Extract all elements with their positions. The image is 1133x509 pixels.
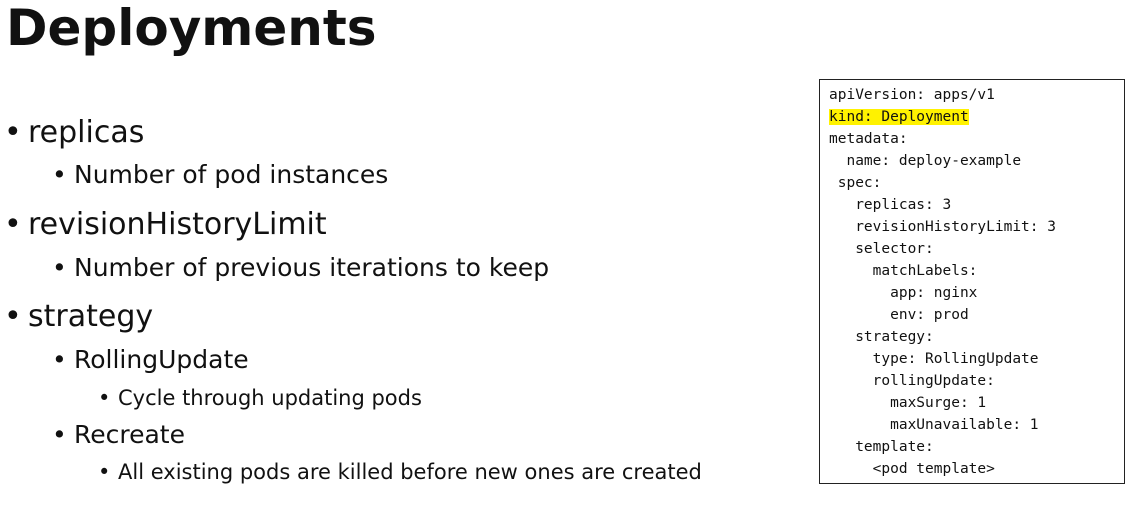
yaml-code-box: apiVersion: apps/v1 kind: Deployment met… xyxy=(819,79,1125,484)
code-line: maxSurge: 1 xyxy=(829,395,987,411)
code-line: apiVersion: apps/v1 xyxy=(829,87,995,103)
code-line: metadata: xyxy=(829,131,908,147)
code-line: type: RollingUpdate xyxy=(829,351,1039,367)
bullet-replicas-desc: • Number of pod instances xyxy=(52,160,388,190)
code-line: env: prod xyxy=(829,307,969,323)
code-line: strategy: xyxy=(829,329,934,345)
bullet-text: revisionHistoryLimit xyxy=(28,207,327,242)
bullet-dot: • xyxy=(52,420,67,449)
bullet-rolling-desc: • Cycle through updating pods xyxy=(98,385,422,411)
bullet-text: Number of previous iterations to keep xyxy=(74,253,550,282)
bullet-text: strategy xyxy=(28,299,154,334)
bullet-replicas: • replicas xyxy=(4,115,144,151)
code-line: spec: xyxy=(829,175,882,191)
code-line: app: nginx xyxy=(829,285,978,301)
bullet-recreate: • Recreate xyxy=(52,420,185,450)
bullet-revision-history-limit: • revisionHistoryLimit xyxy=(4,207,327,243)
bullet-rolling-update: • RollingUpdate xyxy=(52,345,249,375)
code-line: selector: xyxy=(829,241,934,257)
bullet-text: Recreate xyxy=(74,420,185,449)
bullet-dot: • xyxy=(52,160,67,189)
code-line: revisionHistoryLimit: 3 xyxy=(829,219,1056,235)
bullet-dot: • xyxy=(4,207,22,242)
code-line: rollingUpdate: xyxy=(829,373,995,389)
bullet-dot: • xyxy=(4,299,22,334)
highlighted-code: kind: Deployment xyxy=(829,109,969,125)
code-line: name: deploy-example xyxy=(829,153,1022,169)
bullet-dot: • xyxy=(4,115,22,150)
bullet-dot: • xyxy=(98,386,111,410)
bullet-text: replicas xyxy=(28,115,145,150)
bullet-revision-desc: • Number of previous iterations to keep xyxy=(52,253,549,283)
bullet-text: RollingUpdate xyxy=(74,345,249,374)
code-line: maxUnavailable: 1 xyxy=(829,417,1039,433)
code-line-kind: kind: Deployment xyxy=(829,107,969,127)
code-line: replicas: 3 xyxy=(829,197,952,213)
bullet-strategy: • strategy xyxy=(4,299,153,335)
bullet-dot: • xyxy=(52,345,67,374)
code-line: template: xyxy=(829,439,934,455)
bullet-text: Number of pod instances xyxy=(74,160,389,189)
bullet-text: Cycle through updating pods xyxy=(118,386,422,410)
code-line: <pod template> xyxy=(829,461,995,477)
bullet-text: All existing pods are killed before new … xyxy=(118,460,702,484)
code-line: matchLabels: xyxy=(829,263,978,279)
bullet-recreate-desc: • All existing pods are killed before new… xyxy=(98,459,702,485)
bullet-list: • replicas • Number of pod instances • revi… xyxy=(0,0,800,509)
bullet-dot: • xyxy=(98,460,111,484)
bullet-dot: • xyxy=(52,253,67,282)
